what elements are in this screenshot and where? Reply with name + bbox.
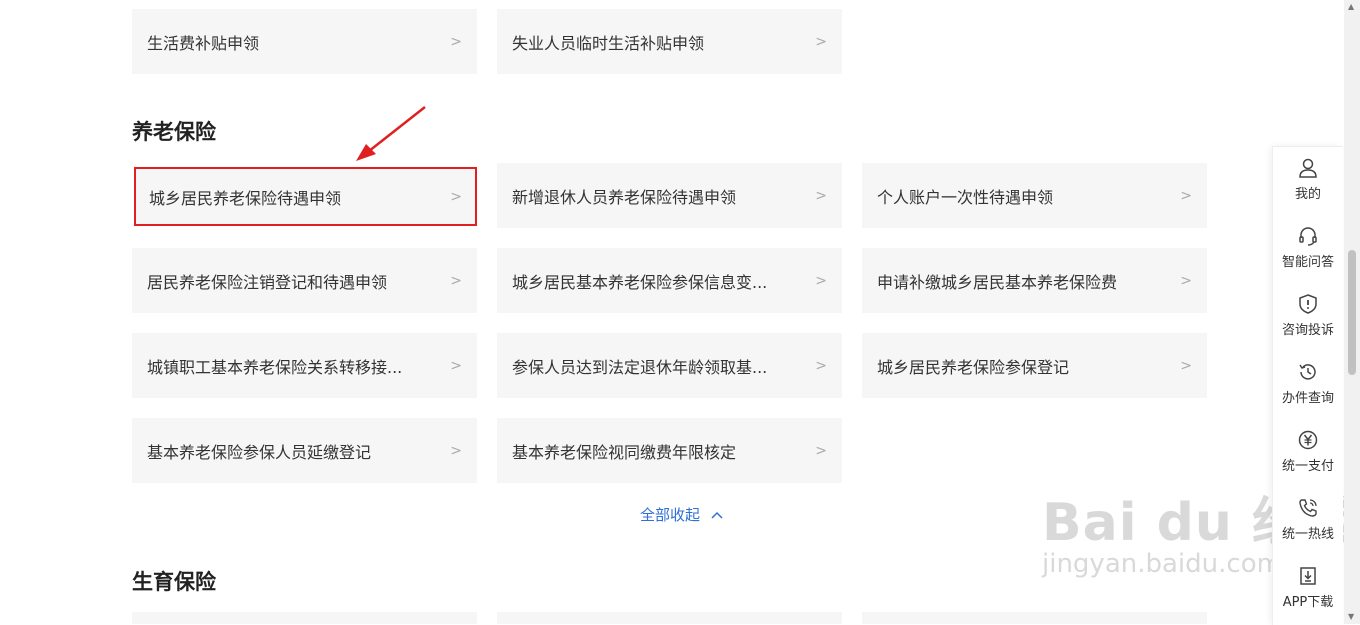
collapse-label: 全部收起 bbox=[640, 506, 701, 524]
sidebar-item-label: 智能问答 bbox=[1281, 255, 1334, 270]
scroll-up-icon[interactable]: ▲ bbox=[1348, 2, 1354, 11]
service-card-lump-sum[interactable]: 个人账户一次性待遇申领 > bbox=[862, 163, 1207, 228]
service-card-transfer[interactable]: 城镇职工基本养老保险关系转移接... > bbox=[132, 333, 477, 398]
sidebar-item-smart-qa[interactable]: 智能问答 bbox=[1273, 215, 1343, 283]
service-card-deferred-payment[interactable]: 基本养老保险参保人员延缴登记 > bbox=[132, 418, 477, 483]
chevron-up-icon bbox=[711, 511, 723, 519]
sidebar-item-hotline[interactable]: 统一热线 bbox=[1273, 487, 1343, 555]
chevron-right-icon: > bbox=[450, 188, 462, 205]
card-label: 城乡居民基本养老保险参保信息变... bbox=[512, 272, 768, 292]
section-title-maternity: 生育保险 bbox=[132, 570, 216, 594]
card-label: 参保人员达到法定退休年龄领取基... bbox=[512, 357, 768, 377]
annotation-arrow-icon bbox=[356, 106, 426, 161]
card-label: 居民养老保险注销登记和待遇申领 bbox=[147, 272, 388, 292]
user-icon bbox=[1299, 158, 1317, 178]
service-card-cut-off[interactable] bbox=[862, 612, 1207, 624]
card-label: 城乡居民养老保险待遇申领 bbox=[149, 188, 342, 208]
download-icon bbox=[1300, 567, 1316, 585]
chevron-right-icon: > bbox=[1180, 187, 1192, 204]
sidebar-item-mine[interactable]: 我的 bbox=[1273, 147, 1343, 215]
sidebar-item-complaint[interactable]: 咨询投诉 bbox=[1273, 283, 1343, 351]
card-label: 基本养老保险参保人员延缴登记 bbox=[147, 442, 372, 462]
card-label: 申请补缴城乡居民基本养老保险费 bbox=[877, 272, 1118, 292]
service-card-enrollment[interactable]: 城乡居民养老保险参保登记 > bbox=[862, 333, 1207, 398]
service-card-cancellation-claim[interactable]: 居民养老保险注销登记和待遇申领 > bbox=[132, 248, 477, 313]
section-title-pension: 养老保险 bbox=[132, 120, 216, 144]
chevron-right-icon: > bbox=[450, 442, 462, 459]
chevron-right-icon: > bbox=[450, 33, 462, 50]
service-card-urban-rural-pension-claim[interactable]: 城乡居民养老保险待遇申领 > bbox=[134, 167, 477, 226]
chevron-right-icon: > bbox=[815, 33, 827, 50]
sidebar-item-label: 咨询投诉 bbox=[1281, 323, 1334, 338]
chevron-right-icon: > bbox=[815, 442, 827, 459]
service-card-living-allowance[interactable]: 生活费补贴申领 > bbox=[132, 9, 477, 74]
service-card-unemployment-allowance[interactable]: 失业人员临时生活补贴申领 > bbox=[497, 9, 842, 74]
chevron-right-icon: > bbox=[815, 187, 827, 204]
chevron-right-icon: > bbox=[450, 272, 462, 289]
service-card-cut-off[interactable] bbox=[132, 612, 477, 624]
yen-icon bbox=[1298, 430, 1318, 450]
chevron-right-icon: > bbox=[815, 357, 827, 374]
sidebar-item-payment[interactable]: 统一支付 bbox=[1273, 419, 1343, 487]
headset-icon bbox=[1299, 227, 1317, 246]
chevron-right-icon: > bbox=[815, 272, 827, 289]
sidebar-item-query[interactable]: 办件查询 bbox=[1273, 351, 1343, 419]
sidebar-item-label: 办件查询 bbox=[1281, 391, 1334, 406]
sidebar-item-label: APP下载 bbox=[1282, 595, 1334, 610]
chevron-right-icon: > bbox=[1180, 272, 1192, 289]
card-label: 城镇职工基本养老保险关系转移接... bbox=[147, 357, 403, 377]
page-scrollbar[interactable]: ▲ ▼ bbox=[1344, 0, 1360, 624]
card-label: 基本养老保险视同缴费年限核定 bbox=[512, 442, 737, 462]
service-card-cut-off[interactable] bbox=[497, 612, 842, 624]
sidebar-item-app-download[interactable]: APP下载 bbox=[1273, 555, 1343, 623]
sidebar-item-label: 统一热线 bbox=[1281, 527, 1334, 542]
service-card-new-retiree-pension[interactable]: 新增退休人员养老保险待遇申领 > bbox=[497, 163, 842, 228]
history-icon bbox=[1299, 364, 1316, 380]
card-label: 个人账户一次性待遇申领 bbox=[877, 187, 1054, 207]
scrollbar-thumb[interactable] bbox=[1348, 250, 1356, 375]
chevron-right-icon: > bbox=[1180, 357, 1192, 374]
floating-sidebar: 我的 智能问答 咨询投诉 办件查询 统一支付 统一热线 APP下载 bbox=[1272, 146, 1343, 625]
service-card-back-payment[interactable]: 申请补缴城乡居民基本养老保险费 > bbox=[862, 248, 1207, 313]
card-label: 生活费补贴申领 bbox=[147, 33, 260, 53]
collapse-all-button[interactable]: 全部收起 bbox=[640, 504, 724, 525]
sidebar-item-label: 我的 bbox=[1294, 187, 1321, 202]
card-label: 新增退休人员养老保险待遇申领 bbox=[512, 187, 737, 207]
service-card-retirement-age-claim[interactable]: 参保人员达到法定退休年龄领取基... > bbox=[497, 333, 842, 398]
scroll-down-icon[interactable]: ▼ bbox=[1348, 612, 1354, 621]
shield-alert-icon bbox=[1299, 294, 1317, 314]
sidebar-item-label: 统一支付 bbox=[1281, 459, 1334, 474]
chevron-right-icon: > bbox=[450, 357, 462, 374]
service-card-deemed-contribution[interactable]: 基本养老保险视同缴费年限核定 > bbox=[497, 418, 842, 483]
card-label: 失业人员临时生活补贴申领 bbox=[512, 33, 705, 53]
card-label: 城乡居民养老保险参保登记 bbox=[877, 357, 1070, 377]
service-card-info-change[interactable]: 城乡居民基本养老保险参保信息变... > bbox=[497, 248, 842, 313]
phone-icon bbox=[1299, 499, 1317, 517]
